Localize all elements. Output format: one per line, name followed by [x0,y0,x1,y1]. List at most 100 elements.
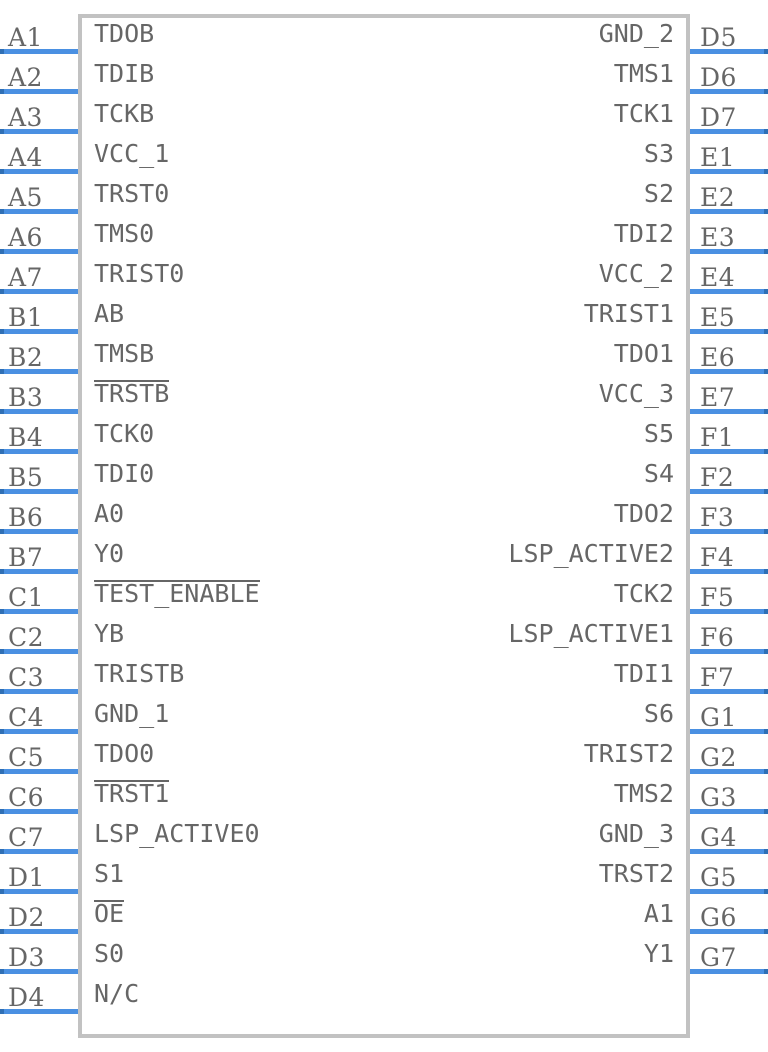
pin-d7[interactable]: D7 [690,94,768,134]
pin-a5[interactable]: A5 [0,174,78,214]
pin-e1[interactable]: E1 [690,134,768,174]
pin-f2[interactable]: F2 [690,454,768,494]
pin-c1[interactable]: C1 [0,574,78,614]
signal-label-yb: YB [94,614,124,654]
pin-g1[interactable]: G1 [690,694,768,734]
pin-number-label: E6 [700,343,736,372]
signal-name-text: YB [94,619,125,648]
pin-a2[interactable]: A2 [0,54,78,94]
pin-f6[interactable]: F6 [690,614,768,654]
pin-e2[interactable]: E2 [690,174,768,214]
pin-number-label: A6 [8,223,43,252]
signal-label-vcc-2: VCC_2 [599,254,674,294]
pin-f4[interactable]: F4 [690,534,768,574]
pin-number-label: G4 [700,823,737,852]
signal-name-text: TDIB [94,59,155,88]
pin-c5[interactable]: C5 [0,734,78,774]
pin-number-label: E2 [700,183,736,212]
pin-number-label: G1 [700,703,737,732]
pin-number-label: D3 [8,943,45,972]
pin-c7[interactable]: C7 [0,814,78,854]
pin-b4[interactable]: B4 [0,414,78,454]
pin-b7[interactable]: B7 [0,534,78,574]
signal-label-tdi0: TDI0 [94,454,154,494]
signal-name-text: TCKB [94,99,155,128]
pin-number-label: A1 [8,23,43,52]
pin-g6[interactable]: G6 [690,894,768,934]
signal-label-tckb: TCKB [94,94,154,134]
pin-e5[interactable]: E5 [690,294,768,334]
pin-a1[interactable]: A1 [0,14,78,54]
pin-g4[interactable]: G4 [690,814,768,854]
pin-number-label: A7 [8,263,43,292]
pin-number-label: A5 [8,183,43,212]
pin-a7[interactable]: A7 [0,254,78,294]
pin-e4[interactable]: E4 [690,254,768,294]
signal-name-text: S5 [643,419,674,448]
signal-label-gnd-2: GND_2 [599,14,674,54]
pin-lead-line[interactable] [690,969,768,974]
pin-a6[interactable]: A6 [0,214,78,254]
pin-c4[interactable]: C4 [0,694,78,734]
pin-b1[interactable]: B1 [0,294,78,334]
pin-number-label: F7 [700,663,735,692]
pin-number-label: D4 [8,983,45,1012]
signal-name-text: Y0 [94,539,125,568]
pin-g2[interactable]: G2 [690,734,768,774]
signal-label-a0: A0 [94,494,124,534]
signal-name-text: LSP_ACTIVE1 [508,619,674,648]
signal-name-text: TRST2 [598,859,674,888]
pin-d2[interactable]: D2 [0,894,78,934]
signal-label-lsp-active0: LSP_ACTIVE0 [94,814,260,854]
pin-b2[interactable]: B2 [0,334,78,374]
pin-e3[interactable]: E3 [690,214,768,254]
pin-d6[interactable]: D6 [690,54,768,94]
signal-label-tms2: TMS2 [614,774,674,814]
pin-lead-line[interactable] [0,1009,78,1014]
pin-f7[interactable]: F7 [690,654,768,694]
pin-c2[interactable]: C2 [0,614,78,654]
pin-number-label: G6 [700,903,737,932]
pin-g5[interactable]: G5 [690,854,768,894]
pin-d3[interactable]: D3 [0,934,78,974]
signal-name-text: TCK2 [613,579,674,608]
signal-name-text: TDO0 [94,739,155,768]
pin-number-label: B3 [8,383,44,412]
pin-g7[interactable]: G7 [690,934,768,974]
signal-label-s0: S0 [94,934,124,974]
pin-e6[interactable]: E6 [690,334,768,374]
pin-number-label: G3 [700,783,737,812]
pin-a4[interactable]: A4 [0,134,78,174]
pin-number-label: F6 [700,623,735,652]
signal-label-tck0: TCK0 [94,414,154,454]
signal-name-text: LSP_ACTIVE2 [508,539,674,568]
pin-f3[interactable]: F3 [690,494,768,534]
signal-label-tck1: TCK1 [614,94,674,134]
pin-number-label: E4 [700,263,736,292]
signal-name-text: TRIST2 [583,739,674,768]
pin-g3[interactable]: G3 [690,774,768,814]
pin-d5[interactable]: D5 [690,14,768,54]
pin-number-label: E7 [700,383,736,412]
pin-d4[interactable]: D4 [0,974,78,1014]
pin-c6[interactable]: C6 [0,774,78,814]
pin-f5[interactable]: F5 [690,574,768,614]
signal-name-text: TRST1 [94,774,170,814]
pin-d1[interactable]: D1 [0,854,78,894]
pin-b5[interactable]: B5 [0,454,78,494]
pin-e7[interactable]: E7 [690,374,768,414]
pin-f1[interactable]: F1 [690,414,768,454]
signal-label-tms1: TMS1 [614,54,674,94]
signal-label-tdob: TDOB [94,14,154,54]
pin-number-label: C6 [8,783,45,812]
signal-label-tmsb: TMSB [94,334,154,374]
signal-name-text: TRSTB [94,374,170,414]
pin-b6[interactable]: B6 [0,494,78,534]
signal-label-a1: A1 [644,894,674,934]
pin-c3[interactable]: C3 [0,654,78,694]
pin-number-label: E5 [700,303,736,332]
signal-name-text: S3 [643,139,674,168]
signal-name-text: TRISTB [94,659,185,688]
pin-a3[interactable]: A3 [0,94,78,134]
pin-b3[interactable]: B3 [0,374,78,414]
